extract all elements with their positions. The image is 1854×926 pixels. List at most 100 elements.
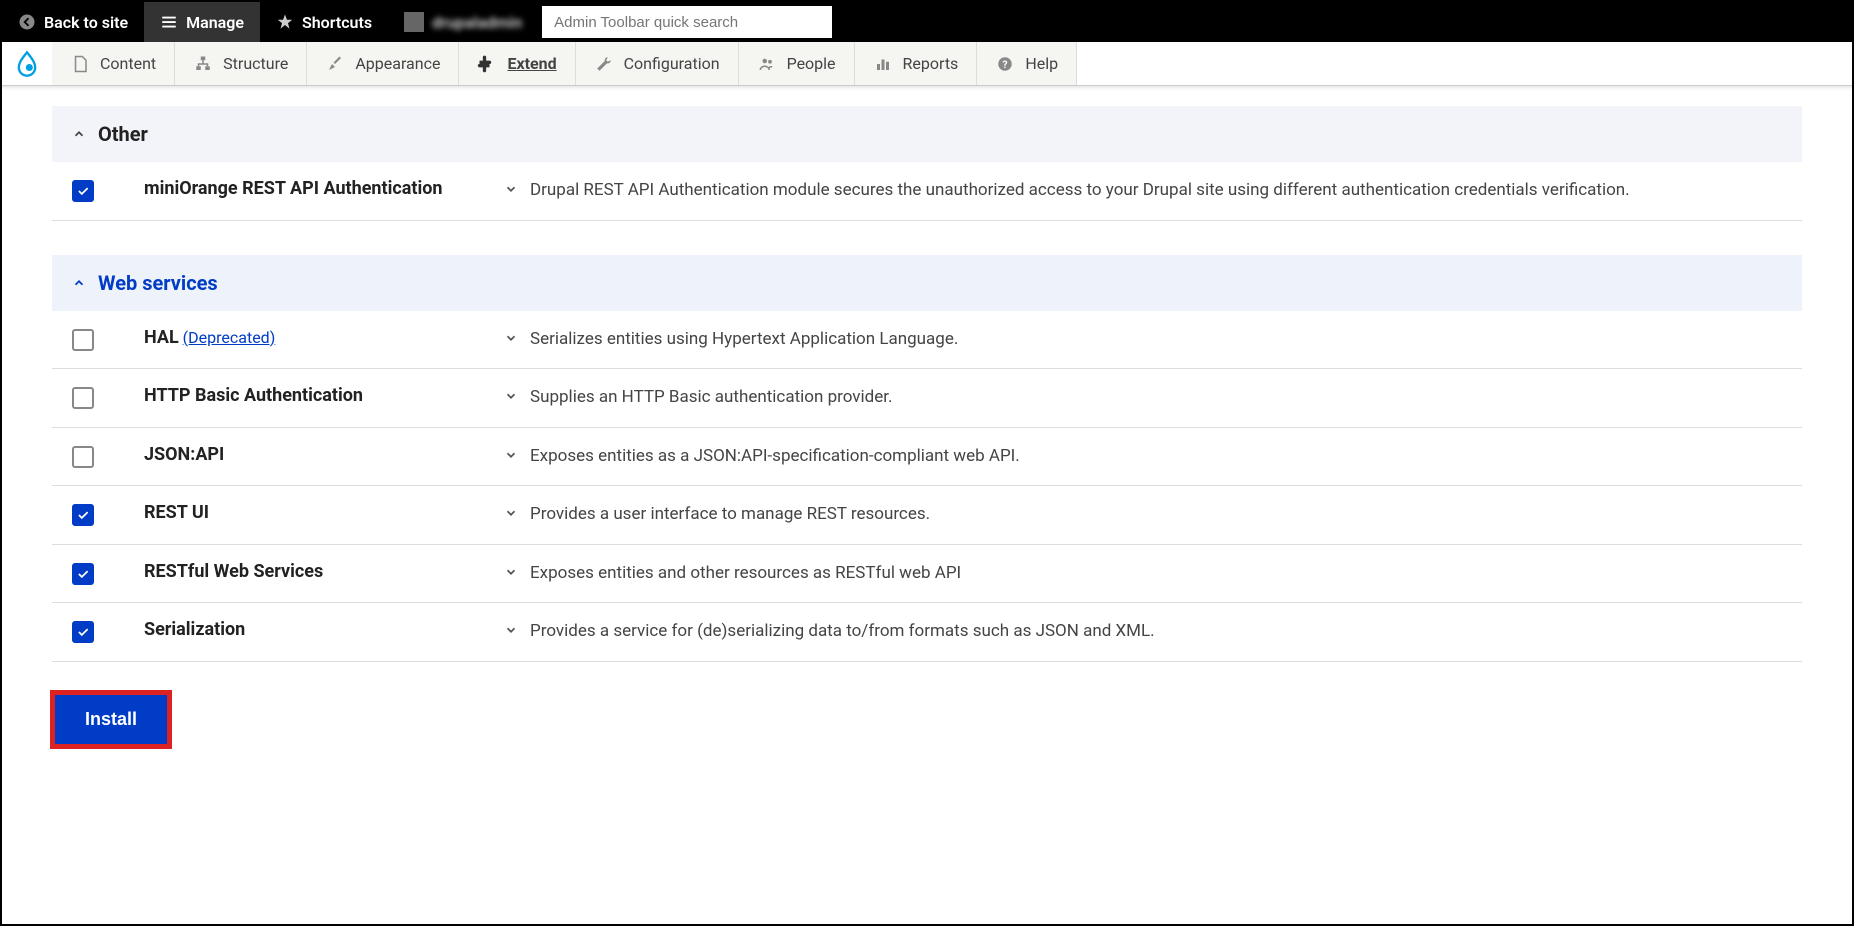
chevron-left-circle-icon <box>18 13 36 31</box>
tab-appearance-label: Appearance <box>355 54 440 73</box>
admin-tabs: Content Structure Appearance Extend Conf… <box>2 42 1852 86</box>
module-name: HTTP Basic Authentication <box>144 385 363 406</box>
document-icon <box>70 54 90 74</box>
module-desc-cell: Serializes entities using Hypertext Appl… <box>504 327 1782 353</box>
module-row: JSON:API Exposes entities as a JSON:API-… <box>52 428 1802 487</box>
module-name: Serialization <box>144 619 245 640</box>
tab-configuration-label: Configuration <box>624 54 720 73</box>
tab-structure[interactable]: Structure <box>175 42 307 85</box>
svg-text:?: ? <box>1003 57 1008 70</box>
section-title: Web services <box>98 271 218 295</box>
bar-chart-icon <box>873 54 893 74</box>
tab-help-label: Help <box>1025 54 1058 73</box>
deprecated-link[interactable]: (Deprecated) <box>183 328 276 347</box>
chevron-down-icon[interactable] <box>504 623 518 637</box>
tab-people[interactable]: People <box>739 42 855 85</box>
module-description: Supplies an HTTP Basic authentication pr… <box>530 385 892 411</box>
chevron-up-icon <box>72 276 86 290</box>
section-title: Other <box>98 122 148 146</box>
puzzle-icon <box>477 54 497 74</box>
module-description: Exposes entities and other resources as … <box>530 561 961 587</box>
module-row: HTTP Basic Authentication Supplies an HT… <box>52 369 1802 428</box>
tab-content[interactable]: Content <box>52 42 175 85</box>
top-toolbar: Back to site Manage Shortcuts drupaladmi… <box>2 2 1852 42</box>
module-desc-cell: Exposes entities and other resources as … <box>504 561 1782 587</box>
module-checkbox[interactable] <box>72 329 94 351</box>
tab-reports-label: Reports <box>903 54 959 73</box>
module-desc-cell: Supplies an HTTP Basic authentication pr… <box>504 385 1782 411</box>
module-checkbox[interactable] <box>72 563 94 585</box>
tab-configuration[interactable]: Configuration <box>576 42 739 85</box>
module-name: REST UI <box>144 502 209 523</box>
module-name: JSON:API <box>144 444 224 465</box>
module-name-cell: JSON:API <box>114 444 484 465</box>
module-desc-cell: Exposes entities as a JSON:API-specifica… <box>504 444 1782 470</box>
tab-extend[interactable]: Extend <box>459 42 575 85</box>
module-row: miniOrange REST API Authentication Drupa… <box>52 162 1802 221</box>
star-icon <box>276 13 294 31</box>
tab-reports[interactable]: Reports <box>855 42 978 85</box>
drupal-drop-icon <box>13 50 41 78</box>
admin-search-input[interactable] <box>542 6 832 38</box>
install-button[interactable]: Install <box>52 692 170 747</box>
tab-appearance[interactable]: Appearance <box>307 42 459 85</box>
shortcuts-link[interactable]: Shortcuts <box>260 2 388 42</box>
tab-structure-label: Structure <box>223 54 288 73</box>
back-to-site-link[interactable]: Back to site <box>2 2 144 42</box>
module-name-cell: REST UI <box>114 502 484 523</box>
user-name-label: drupaladmin <box>432 13 522 32</box>
module-row: RESTful Web Services Exposes entities an… <box>52 545 1802 604</box>
drupal-logo[interactable] <box>2 42 52 85</box>
module-checkbox[interactable] <box>72 621 94 643</box>
module-name-cell: miniOrange REST API Authentication <box>114 178 484 199</box>
hierarchy-icon <box>193 54 213 74</box>
module-name-cell: Serialization <box>114 619 484 640</box>
wrench-icon <box>594 54 614 74</box>
module-description: Serializes entities using Hypertext Appl… <box>530 327 958 353</box>
chevron-down-icon[interactable] <box>504 506 518 520</box>
section-header[interactable]: Other <box>52 106 1802 162</box>
module-name: HAL <box>144 327 179 348</box>
module-name-cell: RESTful Web Services <box>114 561 484 582</box>
help-icon: ? <box>995 54 1015 74</box>
section-header[interactable]: Web services <box>52 255 1802 311</box>
back-to-site-label: Back to site <box>44 13 128 32</box>
user-avatar-icon <box>404 12 424 32</box>
tab-extend-label: Extend <box>507 54 556 73</box>
module-row: REST UI Provides a user interface to man… <box>52 486 1802 545</box>
module-checkbox[interactable] <box>72 504 94 526</box>
module-description: Provides a service for (de)serializing d… <box>530 619 1155 645</box>
module-checkbox[interactable] <box>72 446 94 468</box>
shortcuts-label: Shortcuts <box>302 13 372 32</box>
module-name-cell: HAL (Deprecated) <box>114 327 484 348</box>
tab-help[interactable]: ? Help <box>977 42 1077 85</box>
tab-content-label: Content <box>100 54 156 73</box>
chevron-down-icon[interactable] <box>504 448 518 462</box>
chevron-down-icon[interactable] <box>504 565 518 579</box>
module-desc-cell: Provides a user interface to manage REST… <box>504 502 1782 528</box>
install-button-wrapper: Install <box>52 662 1802 747</box>
module-row: Serialization Provides a service for (de… <box>52 603 1802 662</box>
module-description: Provides a user interface to manage REST… <box>530 502 930 528</box>
module-checkbox[interactable] <box>72 387 94 409</box>
manage-toggle[interactable]: Manage <box>144 2 260 42</box>
module-desc-cell: Provides a service for (de)serializing d… <box>504 619 1782 645</box>
module-name: miniOrange REST API Authentication <box>144 178 442 199</box>
manage-label: Manage <box>186 13 244 32</box>
chevron-down-icon[interactable] <box>504 182 518 196</box>
people-icon <box>757 54 777 74</box>
module-desc-cell: Drupal REST API Authentication module se… <box>504 178 1782 204</box>
chevron-up-icon <box>72 127 86 141</box>
module-name-cell: HTTP Basic Authentication <box>114 385 484 406</box>
module-description: Drupal REST API Authentication module se… <box>530 178 1630 204</box>
module-row: HAL (Deprecated) Serializes entities usi… <box>52 311 1802 370</box>
user-menu[interactable]: drupaladmin <box>388 2 538 42</box>
tab-people-label: People <box>787 54 836 73</box>
chevron-down-icon[interactable] <box>504 331 518 345</box>
module-checkbox[interactable] <box>72 180 94 202</box>
hamburger-icon <box>160 13 178 31</box>
main-content: Other miniOrange REST API Authentication… <box>2 86 1852 777</box>
module-description: Exposes entities as a JSON:API-specifica… <box>530 444 1020 470</box>
module-name: RESTful Web Services <box>144 561 323 582</box>
chevron-down-icon[interactable] <box>504 389 518 403</box>
